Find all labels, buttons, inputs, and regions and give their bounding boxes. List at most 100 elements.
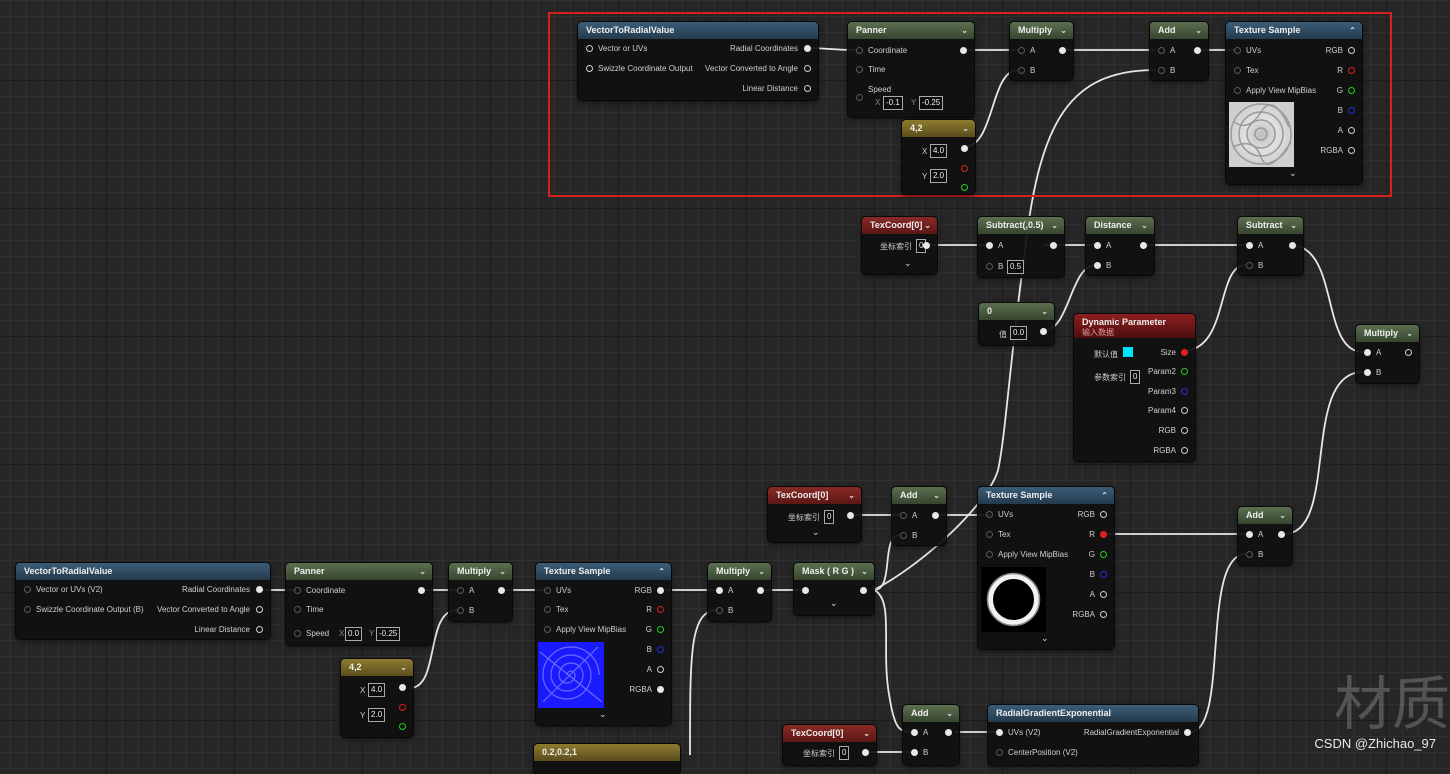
- output-pin[interactable]: [1405, 349, 1412, 356]
- output-pin[interactable]: [657, 646, 664, 653]
- output-pin[interactable]: [1181, 368, 1188, 375]
- output-pin[interactable]: [1348, 127, 1355, 134]
- output-pin[interactable]: [860, 587, 867, 594]
- texture-sample-node[interactable]: Texture Sample ⌃ UVs Tex Apply View MipBi…: [978, 487, 1114, 649]
- input-pin[interactable]: [1364, 349, 1371, 356]
- chevron-down-icon[interactable]: ⌄: [933, 487, 940, 504]
- input-pin[interactable]: [1234, 47, 1241, 54]
- input-pin[interactable]: [911, 729, 918, 736]
- output-pin[interactable]: [256, 606, 263, 613]
- input-pin[interactable]: [716, 607, 723, 614]
- output-pin[interactable]: [256, 626, 263, 633]
- input-pin[interactable]: [1364, 369, 1371, 376]
- input-pin[interactable]: [986, 551, 993, 558]
- input-pin[interactable]: [1246, 531, 1253, 538]
- radial-gradient-node[interactable]: RadialGradientExponential UVs (V2) Cente…: [988, 705, 1198, 765]
- output-pin[interactable]: [1181, 447, 1188, 454]
- output-pin[interactable]: [1100, 511, 1107, 518]
- add-node[interactable]: Add ⌄ A B: [903, 705, 959, 765]
- output-pin[interactable]: [1040, 328, 1047, 335]
- coord-index-field[interactable]: 0: [839, 746, 850, 760]
- texcoord-node[interactable]: TexCoord[0] ⌄ 坐标索引 0 ⌄: [768, 487, 861, 542]
- chevron-down-icon[interactable]: ⌄: [924, 217, 931, 234]
- input-pin[interactable]: [1246, 262, 1253, 269]
- output-pin[interactable]: [1181, 407, 1188, 414]
- input-pin[interactable]: [294, 587, 301, 594]
- chevron-down-icon[interactable]: ⌄: [1279, 507, 1286, 524]
- input-pin[interactable]: [294, 606, 301, 613]
- expand-arrow-icon[interactable]: ⌄: [599, 709, 607, 720]
- input-pin[interactable]: [586, 65, 593, 72]
- texcoord-node[interactable]: TexCoord[0] ⌄ 坐标索引 0 ⌄: [862, 217, 937, 274]
- chevron-down-icon[interactable]: ⌄: [758, 563, 765, 580]
- output-pin[interactable]: [1059, 47, 1066, 54]
- panner-node[interactable]: Panner ⌄ Coordinate Time Speed X 0.0 Y -0…: [286, 563, 432, 645]
- constant3vector-node[interactable]: 0.2,0.2,1: [534, 744, 680, 774]
- param-index-field[interactable]: 0: [1130, 370, 1141, 384]
- output-pin[interactable]: [1181, 349, 1188, 356]
- input-pin[interactable]: [986, 263, 993, 270]
- input-pin[interactable]: [900, 532, 907, 539]
- x-value-field[interactable]: 4.0: [368, 683, 386, 697]
- input-pin[interactable]: [1158, 47, 1165, 54]
- output-pin[interactable]: [960, 47, 967, 54]
- chevron-down-icon[interactable]: ⌄: [946, 705, 953, 722]
- subtract-node[interactable]: Subtract(,0.5) ⌄ A B 0.5: [978, 217, 1064, 277]
- output-pin[interactable]: [847, 512, 854, 519]
- output-pin[interactable]: [498, 587, 505, 594]
- output-pin[interactable]: [961, 184, 968, 191]
- output-pin[interactable]: [1348, 47, 1355, 54]
- output-pin[interactable]: [256, 586, 263, 593]
- chevron-down-icon[interactable]: ⌄: [861, 563, 868, 580]
- input-pin[interactable]: [24, 606, 31, 613]
- output-pin[interactable]: [1348, 87, 1355, 94]
- input-pin[interactable]: [1246, 242, 1253, 249]
- output-pin[interactable]: [1181, 388, 1188, 395]
- expand-arrow-icon[interactable]: ⌄: [812, 527, 820, 538]
- chevron-down-icon[interactable]: ⌄: [962, 120, 969, 137]
- output-pin[interactable]: [1348, 107, 1355, 114]
- output-pin[interactable]: [1100, 591, 1107, 598]
- input-pin[interactable]: [1018, 67, 1025, 74]
- output-pin[interactable]: [399, 704, 406, 711]
- texture-sample-node[interactable]: Texture Sample ⌃ UVs Tex Apply View MipBi…: [1226, 22, 1362, 184]
- multiply-node[interactable]: Multiply ⌄ A B: [708, 563, 771, 621]
- output-pin[interactable]: [399, 684, 406, 691]
- input-pin[interactable]: [294, 630, 301, 637]
- coord-index-field[interactable]: 0: [824, 510, 835, 524]
- input-pin[interactable]: [996, 729, 1003, 736]
- output-pin[interactable]: [418, 587, 425, 594]
- output-pin[interactable]: [657, 626, 664, 633]
- chevron-down-icon[interactable]: ⌄: [863, 725, 870, 742]
- chevron-up-icon[interactable]: ⌃: [1101, 487, 1108, 504]
- speed-y-field[interactable]: -0.25: [376, 627, 401, 641]
- input-pin[interactable]: [900, 512, 907, 519]
- constant2vector-node[interactable]: 4,2 ⌄ X 4.0 Y 2.0: [341, 659, 413, 737]
- color-swatch[interactable]: [1123, 347, 1133, 357]
- output-pin[interactable]: [804, 45, 811, 52]
- chevron-down-icon[interactable]: ⌄: [499, 563, 506, 580]
- constant-node[interactable]: 0 ⌄ 值 0.0: [979, 303, 1054, 345]
- chevron-down-icon[interactable]: ⌄: [1290, 217, 1297, 234]
- output-pin[interactable]: [923, 242, 930, 249]
- vector-to-radial-node[interactable]: VectorToRadialValue Vector or UVs (V2) S…: [16, 563, 270, 639]
- input-pin[interactable]: [986, 511, 993, 518]
- y-value-field[interactable]: 2.0: [930, 169, 948, 183]
- multiply-node[interactable]: Multiply ⌄ A B: [1010, 22, 1073, 80]
- add-node[interactable]: Add ⌄ A B: [1150, 22, 1208, 80]
- multiply-node[interactable]: Multiply ⌄ A B: [449, 563, 512, 621]
- y-value-field[interactable]: 2.0: [368, 708, 386, 722]
- expand-arrow-icon[interactable]: ⌄: [830, 598, 838, 609]
- vector-to-radial-node[interactable]: VectorToRadialValue Vector or UVs Swizzl…: [578, 22, 818, 100]
- texcoord-node[interactable]: TexCoord[0] ⌄ 坐标索引 0: [783, 725, 876, 765]
- input-pin[interactable]: [586, 45, 593, 52]
- output-pin[interactable]: [1348, 67, 1355, 74]
- dynamic-parameter-node[interactable]: Dynamic Parameter 输入数据 默认值 参数索引 0 Size P…: [1074, 314, 1195, 461]
- speed-x-field[interactable]: -0.1: [883, 96, 903, 110]
- input-pin[interactable]: [716, 587, 723, 594]
- output-pin[interactable]: [1194, 47, 1201, 54]
- output-pin[interactable]: [804, 65, 811, 72]
- input-pin[interactable]: [856, 47, 863, 54]
- speed-y-field[interactable]: -0.25: [919, 96, 944, 110]
- input-pin[interactable]: [986, 242, 993, 249]
